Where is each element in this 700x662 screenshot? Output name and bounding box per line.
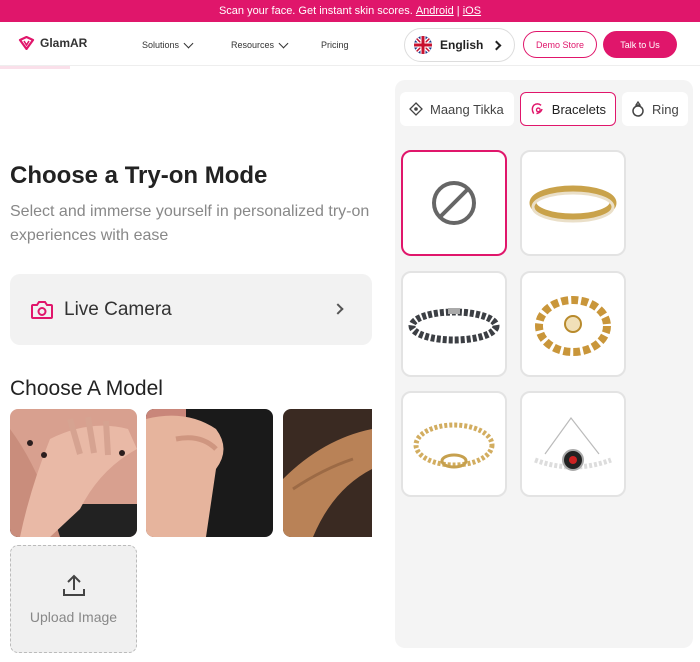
upload-image-button[interactable]: Upload Image (10, 545, 137, 653)
upload-image-label: Upload Image (29, 609, 118, 625)
product-tile-gold-bangle[interactable] (520, 150, 626, 256)
tab-bracelets[interactable]: Bracelets (520, 92, 616, 126)
page-subtitle: Select and immerse yourself in personali… (10, 203, 370, 244)
talk-to-us-button[interactable]: Talk to Us (603, 31, 677, 58)
gold-chain-bracelet-image (535, 296, 611, 356)
model-thumbnail-1[interactable] (10, 409, 137, 537)
no-selection-icon (432, 181, 476, 225)
demo-store-button[interactable]: Demo Store (523, 31, 597, 58)
model-thumbnail-2[interactable] (146, 409, 273, 537)
nav-solutions[interactable]: Solutions (142, 38, 194, 50)
live-camera-label: Live Camera (64, 298, 172, 320)
tab-ring[interactable]: Ring (622, 92, 688, 126)
tab-label: Ring (652, 101, 679, 117)
language-label: English (440, 38, 484, 52)
camera-icon (31, 300, 53, 319)
bracelet-icon (531, 103, 543, 115)
announcement-text: Scan your face. Get instant skin scores. (218, 5, 416, 17)
chevron-right-icon (491, 40, 502, 51)
nav-pricing-label: Pricing (321, 40, 349, 50)
model-arm-image (283, 409, 372, 537)
uk-flag-icon (414, 36, 432, 54)
product-tile-none[interactable] (401, 150, 507, 256)
nav-accent-line (0, 66, 70, 69)
model-thumbnail-3[interactable] (283, 409, 372, 537)
chevron-down-icon (183, 38, 194, 48)
product-tile-black-crystal-bracelet[interactable] (401, 271, 507, 377)
announcement-bar: Scan your face. Get instant skin scores.… (0, 0, 700, 22)
gold-bangle-image (529, 185, 617, 223)
upload-icon (62, 574, 85, 596)
product-tile-gold-chain-bracelet[interactable] (520, 271, 626, 377)
announcement-separator: | (453, 5, 463, 17)
ring-icon (632, 101, 644, 117)
brand-name: GlamAR (40, 36, 88, 50)
language-selector[interactable]: English (404, 28, 515, 62)
brand-logo[interactable]: GlamAR (18, 36, 87, 50)
nav-solutions-label: Solutions (142, 40, 180, 50)
android-link[interactable]: Android (416, 5, 454, 17)
chevron-down-icon (278, 38, 289, 48)
model-hand-image (10, 409, 137, 537)
product-tile-evil-eye-bracelet[interactable] (520, 391, 626, 497)
nav-resources[interactable]: Resources (231, 38, 289, 50)
glamar-logo-icon (18, 36, 35, 50)
model-wrist-image (146, 409, 273, 537)
live-camera-button[interactable]: Live Camera (10, 274, 372, 345)
maang-tikka-icon (409, 102, 423, 116)
gold-link-bracelet-image (413, 422, 495, 469)
tab-label: Maang Tikka (430, 101, 504, 117)
nav-pricing[interactable]: Pricing (321, 40, 349, 50)
evil-eye-bracelet-image (534, 416, 612, 471)
tab-label: Bracelets (551, 101, 606, 117)
nav-resources-label: Resources (231, 40, 275, 50)
choose-model-heading: Choose A Model (10, 377, 163, 400)
chevron-right-icon (332, 303, 344, 315)
black-crystal-bracelet-image (408, 308, 500, 344)
ios-link[interactable]: iOS (463, 5, 481, 17)
page-title: Choose a Try-on Mode (10, 162, 268, 189)
product-tile-gold-link-bracelet[interactable] (401, 391, 507, 497)
tab-maang-tikka[interactable]: Maang Tikka (400, 92, 514, 126)
